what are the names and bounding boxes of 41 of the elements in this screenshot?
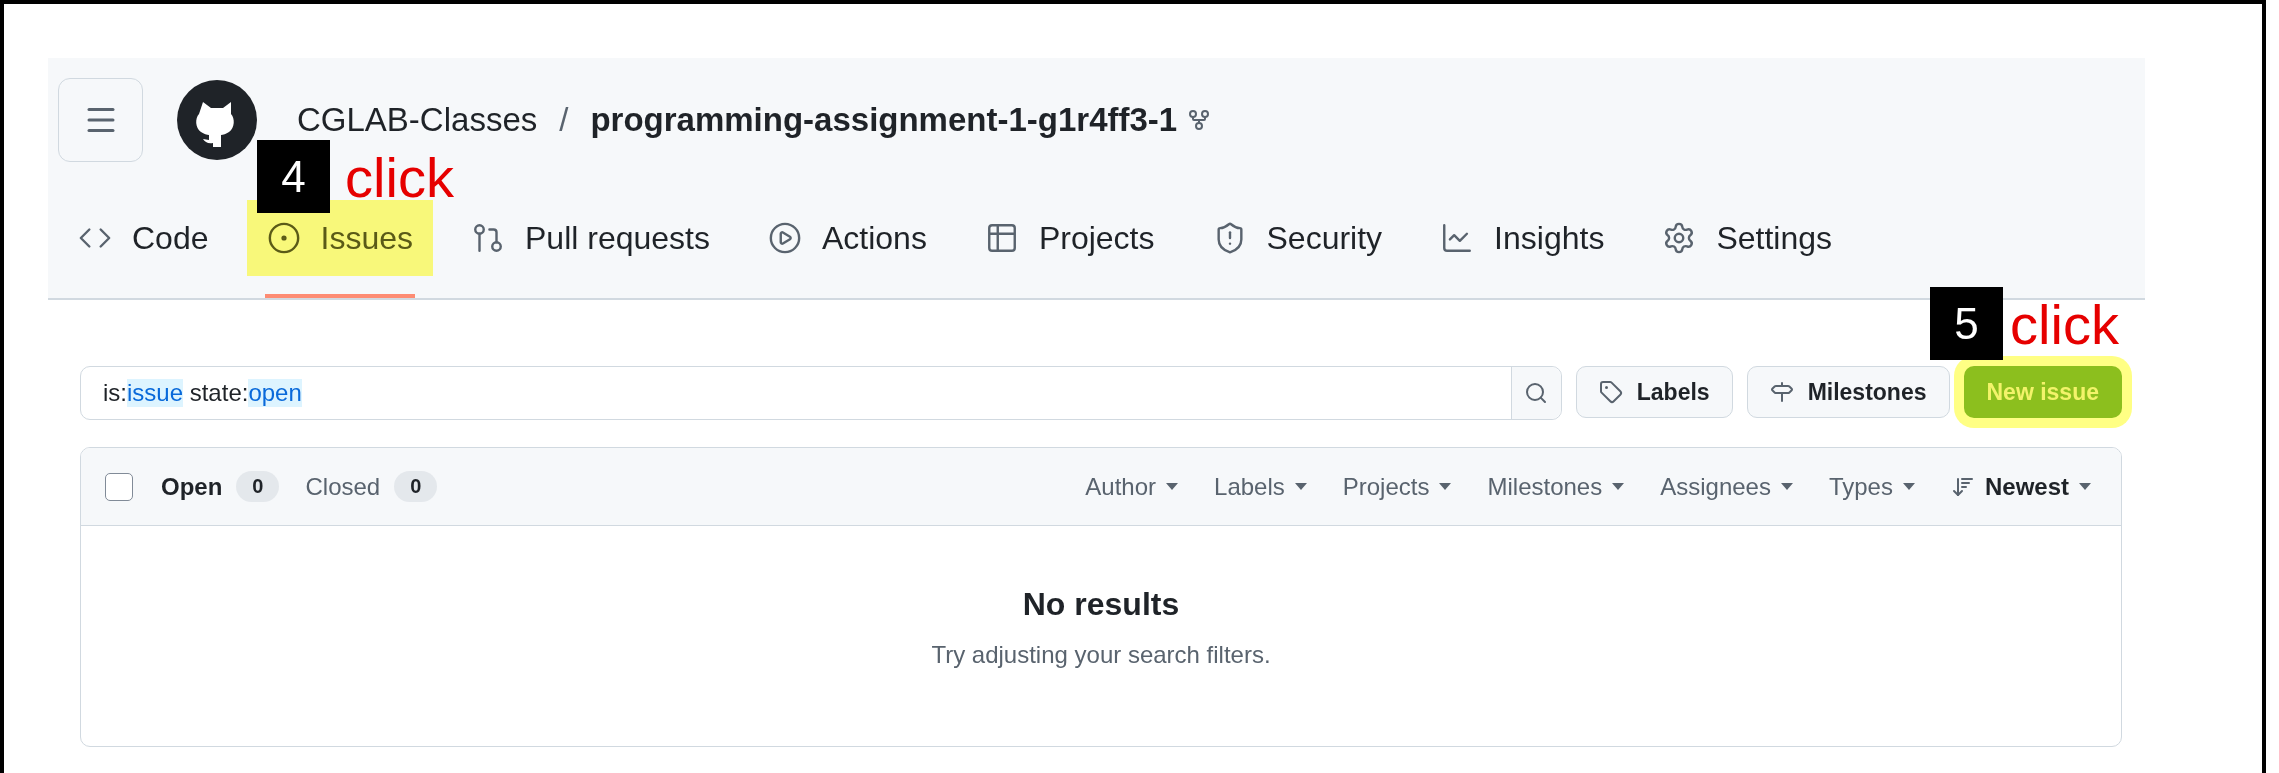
caret-icon [1612,482,1625,491]
count-badge: 0 [236,471,280,502]
step-number: 4 [257,140,330,213]
state-tab[interactable]: Open 0 [161,471,280,502]
search-icon [1524,381,1549,405]
state-tab[interactable]: Closed 0 [305,471,438,502]
count-badge: 0 [394,471,438,502]
filter-dropdown[interactable]: Labels [1214,472,1307,501]
repo-name-link[interactable]: programming-assignment-1-g1r4ff3-1 [590,101,1178,139]
filter-dropdown[interactable]: Author [1085,472,1179,501]
caret-icon [2079,482,2091,491]
caret-icon [1294,482,1307,491]
search-field[interactable]: is:issue state:open [80,366,1562,420]
caret-icon [1780,482,1793,491]
menu-button[interactable] [58,78,143,162]
pull-request-icon [471,221,505,255]
nav-tab[interactable]: Issues [246,200,433,298]
select-all-checkbox[interactable] [105,472,133,501]
empty-hint: Try adjusting your search filters. [931,641,1271,669]
step-number: 5 [1930,287,2003,360]
circle-dot-icon [266,221,301,255]
path-separator: / [559,101,569,139]
search-button[interactable] [1510,367,1561,419]
tag-icon [1598,380,1623,404]
sort-dropdown[interactable]: Newest [1950,472,2091,501]
filter-dropdown[interactable]: Projects [1342,472,1452,501]
repo-owner-link[interactable]: CGLAB-Classes [297,101,538,139]
caret-icon [1166,482,1179,491]
toolbar-button[interactable]: Milestones [1746,366,1950,418]
signpost-icon [1769,380,1794,404]
logo-icon[interactable] [177,80,257,160]
filter-dropdown[interactable]: Assignees [1660,472,1793,501]
empty-title: No results [1022,586,1180,623]
caret-icon [1439,482,1452,491]
play-icon [767,221,802,255]
toolbar-button[interactable]: Labels [1575,366,1733,418]
filter-dropdown[interactable]: Types [1828,472,1915,501]
caret-icon [1902,482,1915,491]
fork-icon [1187,108,1212,132]
filter-dropdown[interactable]: Milestones [1487,472,1625,501]
annotation-label: click [2010,297,2119,353]
